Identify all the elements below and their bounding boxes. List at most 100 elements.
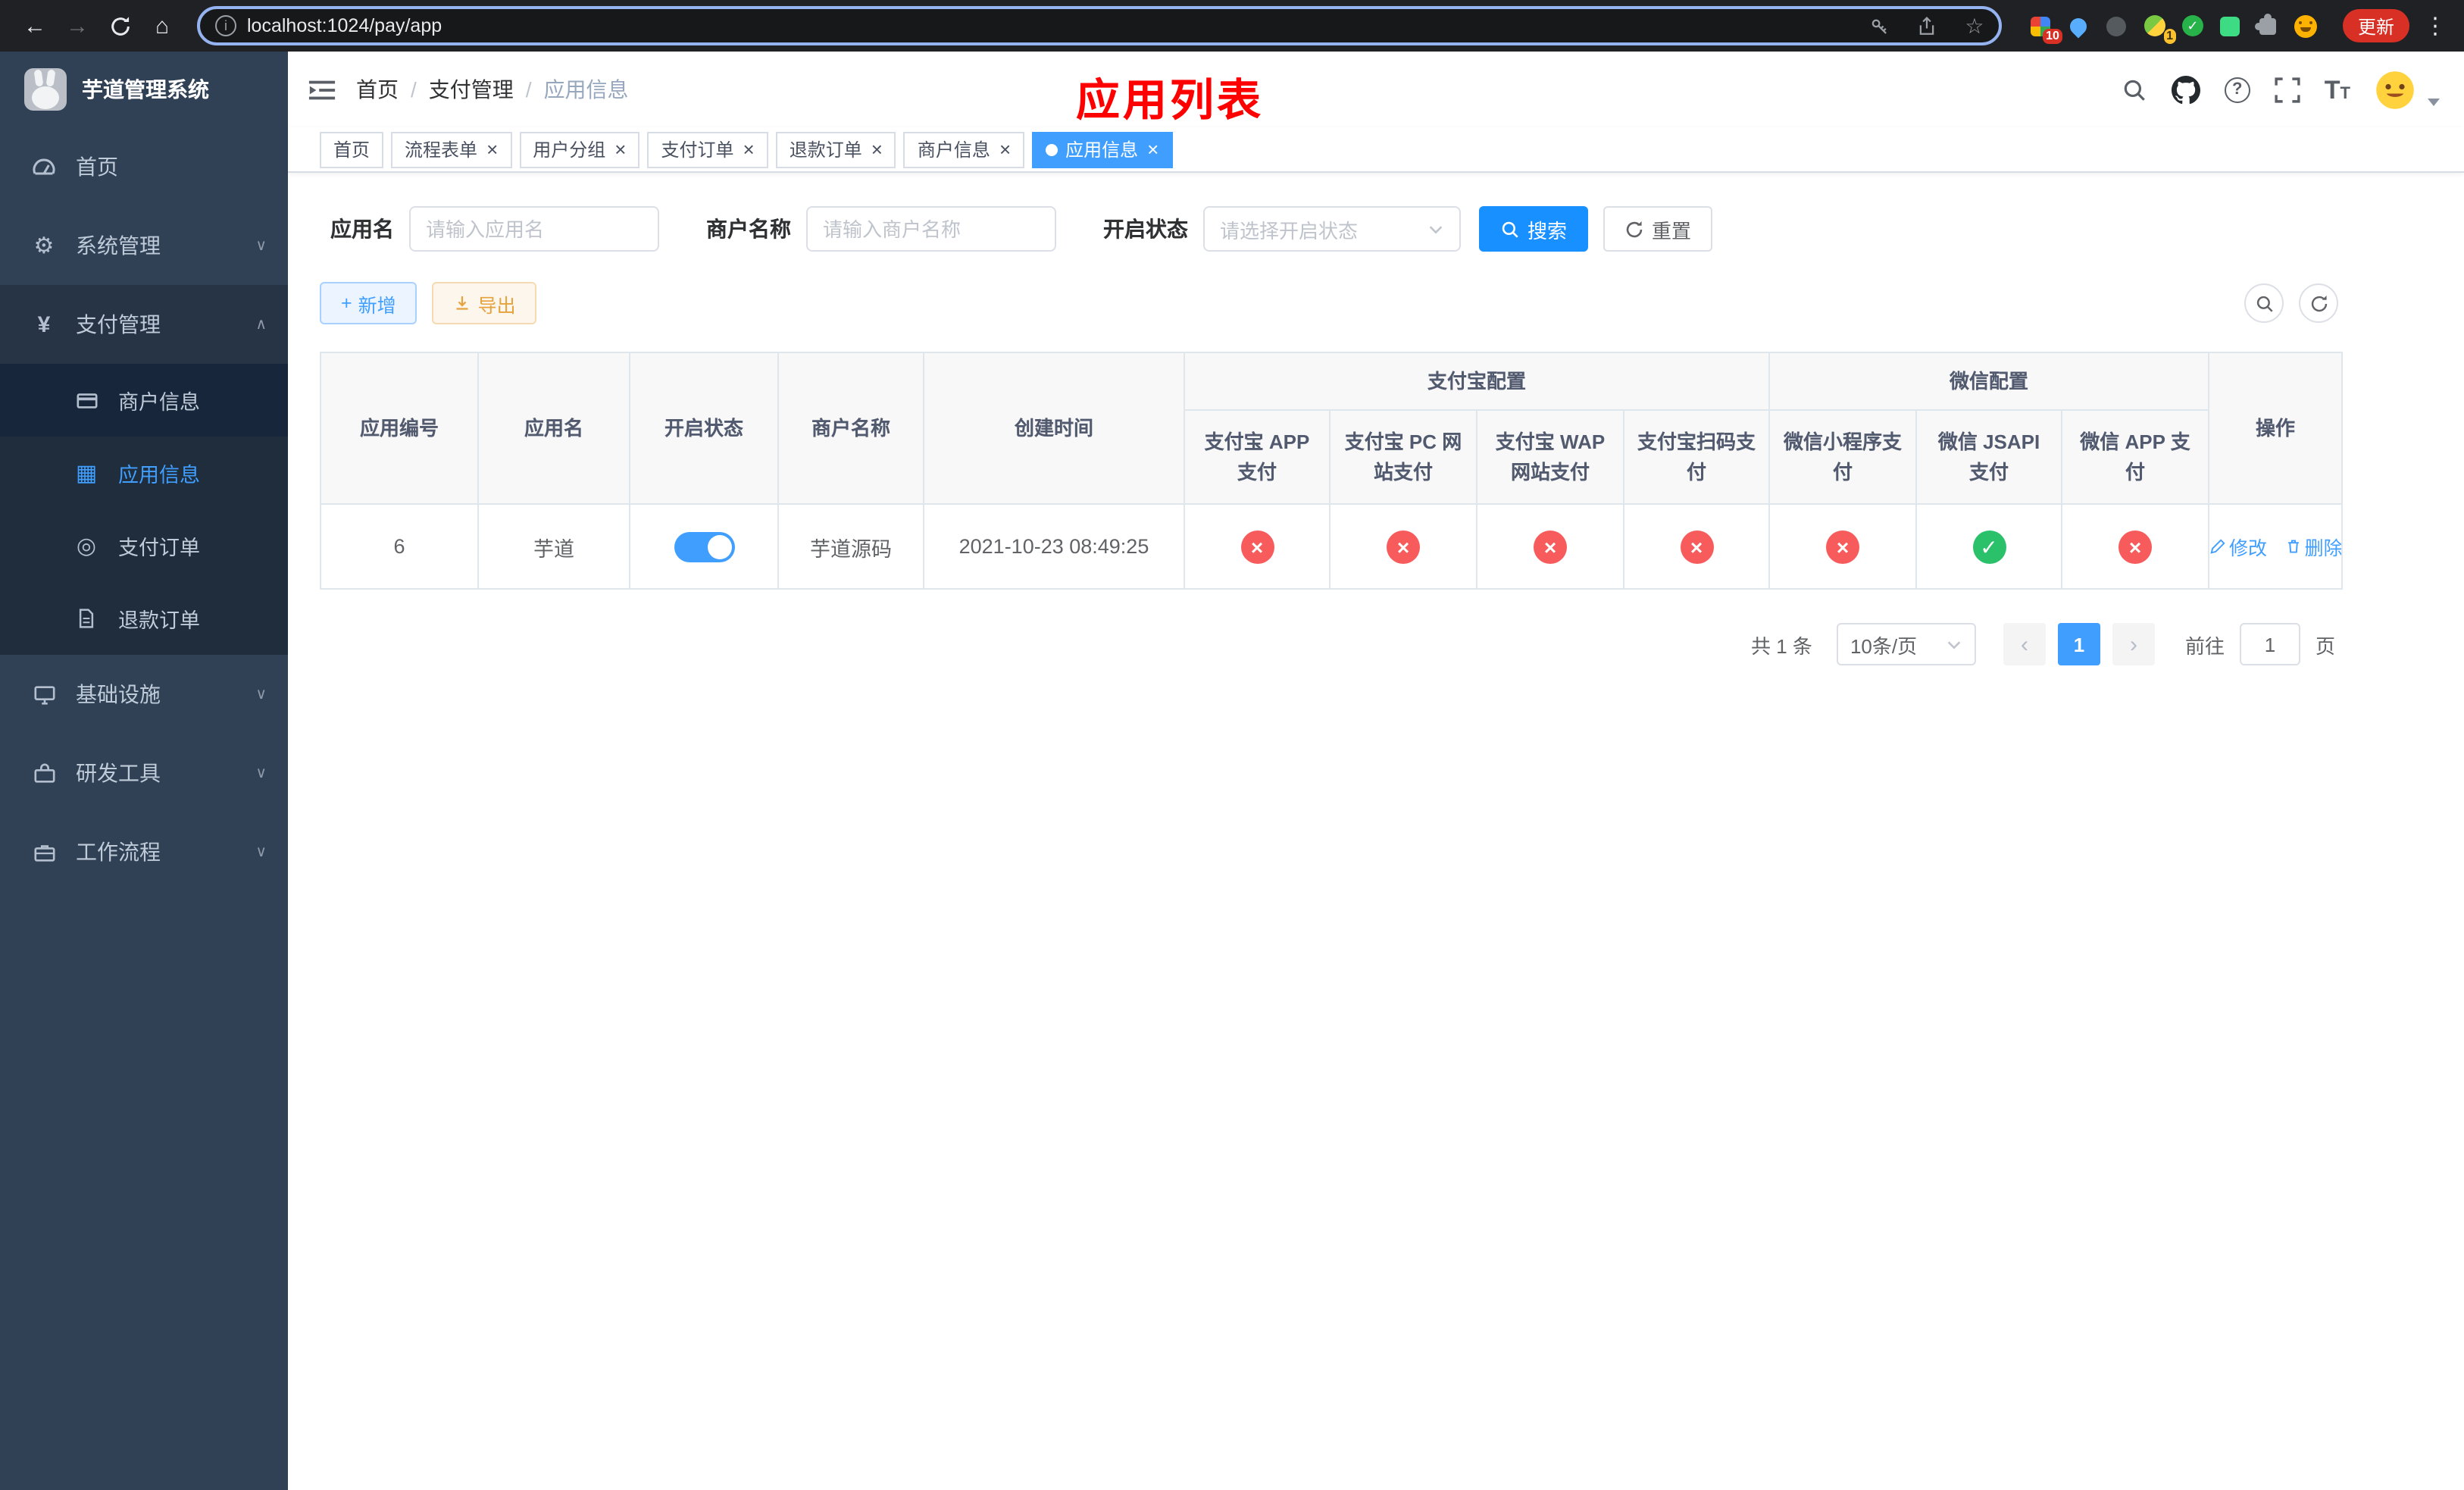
cell-status xyxy=(629,503,779,590)
col-header-name: 应用名 xyxy=(477,352,630,505)
extension-icon-chat[interactable] xyxy=(2219,14,2243,38)
browser-home-button[interactable]: ⌂ xyxy=(142,6,182,45)
tab-merchant-info[interactable]: 商户信息 × xyxy=(903,131,1025,167)
cell-wx-mini: × xyxy=(1768,503,1918,590)
extension-icon-avatar[interactable]: 1 xyxy=(2143,14,2176,44)
extension-icon-check[interactable]: ✓ xyxy=(2181,14,2205,38)
browser-extensions: 10 1 ✓ xyxy=(2017,13,2331,44)
page-number-button[interactable]: 1 xyxy=(2057,623,2100,665)
tab-app-info[interactable]: 应用信息 × xyxy=(1032,131,1173,167)
merchant-name-input[interactable] xyxy=(806,206,1056,252)
github-icon[interactable] xyxy=(2171,75,2200,104)
browser-reload-button[interactable] xyxy=(100,6,139,45)
profile-badge: 1 xyxy=(2163,29,2176,44)
export-button[interactable]: 导出 xyxy=(432,282,537,324)
sidebar-toggle-button[interactable] xyxy=(288,52,356,127)
tab-close-icon[interactable]: × xyxy=(743,139,755,159)
user-avatar[interactable] xyxy=(2375,69,2416,110)
edit-button[interactable]: 修改 xyxy=(2210,532,2267,561)
sidebar-item-workflow[interactable]: 工作流程 ∨ xyxy=(0,812,288,891)
col-header-actions: 操作 xyxy=(2208,352,2344,505)
cell-alipay-qr: × xyxy=(1622,503,1771,590)
dashboard-icon xyxy=(30,155,58,179)
sidebar-item-refund-order[interactable]: 退款订单 xyxy=(0,582,288,655)
sidebar-item-pay-order[interactable]: ◎ 支付订单 xyxy=(0,509,288,582)
bookmark-star-icon[interactable]: ☆ xyxy=(1956,13,1993,39)
hamburger-icon xyxy=(308,80,336,99)
browser-toolbar: ← → ⌂ i localhost:1024/pay/app ☆ 10 1 ✓ xyxy=(0,0,2464,52)
status-label: 开启状态 xyxy=(1103,217,1188,241)
search-icon xyxy=(1502,221,1518,237)
browser-forward-button[interactable]: → xyxy=(58,6,97,45)
tab-user-group[interactable]: 用户分组 × xyxy=(519,131,640,167)
site-info-icon[interactable]: i xyxy=(215,15,236,36)
help-icon[interactable]: ? xyxy=(2224,77,2250,102)
prev-page-button[interactable]: ‹ xyxy=(2003,623,2046,665)
search-button[interactable]: 搜索 xyxy=(1479,206,1589,252)
browser-menu-button[interactable]: ⋮ xyxy=(2422,12,2449,39)
page-size-select[interactable]: 10条/页 xyxy=(1836,623,1976,665)
jump-suffix-label: 页 xyxy=(2315,634,2335,657)
credit-card-icon xyxy=(73,389,100,412)
extensions-puzzle-icon[interactable] xyxy=(2255,13,2281,38)
delete-button[interactable]: 删除 xyxy=(2285,532,2343,561)
tab-close-icon[interactable]: × xyxy=(614,139,626,159)
disabled-icon: × xyxy=(1826,530,1860,563)
breadcrumb-separator: / xyxy=(525,77,532,102)
browser-update-button[interactable]: 更新 xyxy=(2342,9,2409,42)
extension-icon-drop[interactable] xyxy=(2067,14,2091,38)
tab-close-icon[interactable]: × xyxy=(486,139,498,159)
sidebar-item-home[interactable]: 首页 xyxy=(0,127,288,206)
tab-process-form[interactable]: 流程表单 × xyxy=(391,131,512,167)
tab-label: 应用信息 xyxy=(1065,139,1139,161)
share-icon[interactable] xyxy=(1909,16,1946,36)
password-key-icon[interactable] xyxy=(1862,16,1899,36)
jump-page-input[interactable] xyxy=(2239,623,2300,665)
sidebar-item-merchant-info[interactable]: 商户信息 xyxy=(0,364,288,437)
sidebar-item-label: 系统管理 xyxy=(76,233,161,258)
refresh-table-button[interactable] xyxy=(2299,283,2338,323)
search-button-label: 搜索 xyxy=(1527,219,1568,242)
sidebar-item-dev-tools[interactable]: 研发工具 ∨ xyxy=(0,734,288,812)
sidebar-item-infrastructure[interactable]: 基础设施 ∨ xyxy=(0,655,288,734)
sidebar-item-payment[interactable]: ¥ 支付管理 ∧ xyxy=(0,285,288,364)
app-title: 芋道管理系统 xyxy=(82,77,209,102)
tab-close-icon[interactable]: × xyxy=(999,139,1011,159)
sidebar-item-app-info[interactable]: ▦ 应用信息 xyxy=(0,437,288,509)
tab-home[interactable]: 首页 xyxy=(320,131,384,167)
header-search-icon[interactable] xyxy=(2122,77,2147,102)
status-toggle[interactable] xyxy=(674,531,734,562)
delete-button-label: 删除 xyxy=(2304,538,2343,559)
tab-refund-order[interactable]: 退款订单 × xyxy=(775,131,896,167)
status-select[interactable]: 请选择开启状态 xyxy=(1203,206,1461,252)
browser-back-button[interactable]: ← xyxy=(15,6,55,45)
page-content: 应用名 商户名称 开启状态 请选择开启状态 搜索 重置 xyxy=(288,173,2464,1490)
extension-icon-dark[interactable] xyxy=(2105,14,2129,38)
tab-label: 支付订单 xyxy=(661,139,734,161)
chevron-down-icon: ∨ xyxy=(255,765,267,781)
enabled-icon: ✓ xyxy=(1972,530,2006,563)
breadcrumb-home[interactable]: 首页 xyxy=(356,74,399,105)
extension-icon-grid[interactable]: 10 xyxy=(2029,14,2062,44)
sidebar-item-system[interactable]: ⚙ 系统管理 ∨ xyxy=(0,206,288,285)
col-header-alipay-qr: 支付宝扫码支付 xyxy=(1622,409,1771,505)
add-button[interactable]: + 新增 xyxy=(320,282,417,324)
breadcrumb-pay-management[interactable]: 支付管理 xyxy=(429,74,514,105)
font-size-icon[interactable]: TT xyxy=(2325,77,2350,102)
circle-icon: ◎ xyxy=(76,534,97,559)
app-logo[interactable]: 芋道管理系统 xyxy=(0,52,288,127)
browser-profile-avatar[interactable] xyxy=(2294,14,2319,38)
app-table: 应用编号 应用名 开启状态 商户名称 创建时间 支付宝配置 微信配置 操作 支付… xyxy=(320,352,2344,590)
tab-close-icon[interactable]: × xyxy=(871,139,883,159)
address-bar[interactable]: i localhost:1024/pay/app ☆ xyxy=(197,6,2002,45)
logo-image xyxy=(24,68,67,111)
chevron-down-icon[interactable] xyxy=(2428,98,2440,105)
toggle-search-button[interactable] xyxy=(2244,283,2284,323)
app-name-input[interactable] xyxy=(409,206,659,252)
tab-pay-order[interactable]: 支付订单 × xyxy=(647,131,768,167)
search-form: 应用名 商户名称 开启状态 请选择开启状态 搜索 重置 xyxy=(320,206,2464,252)
reset-button[interactable]: 重置 xyxy=(1603,206,1713,252)
next-page-button[interactable]: › xyxy=(2112,623,2155,665)
fullscreen-icon[interactable] xyxy=(2275,77,2300,102)
tab-close-icon[interactable]: × xyxy=(1147,139,1159,159)
